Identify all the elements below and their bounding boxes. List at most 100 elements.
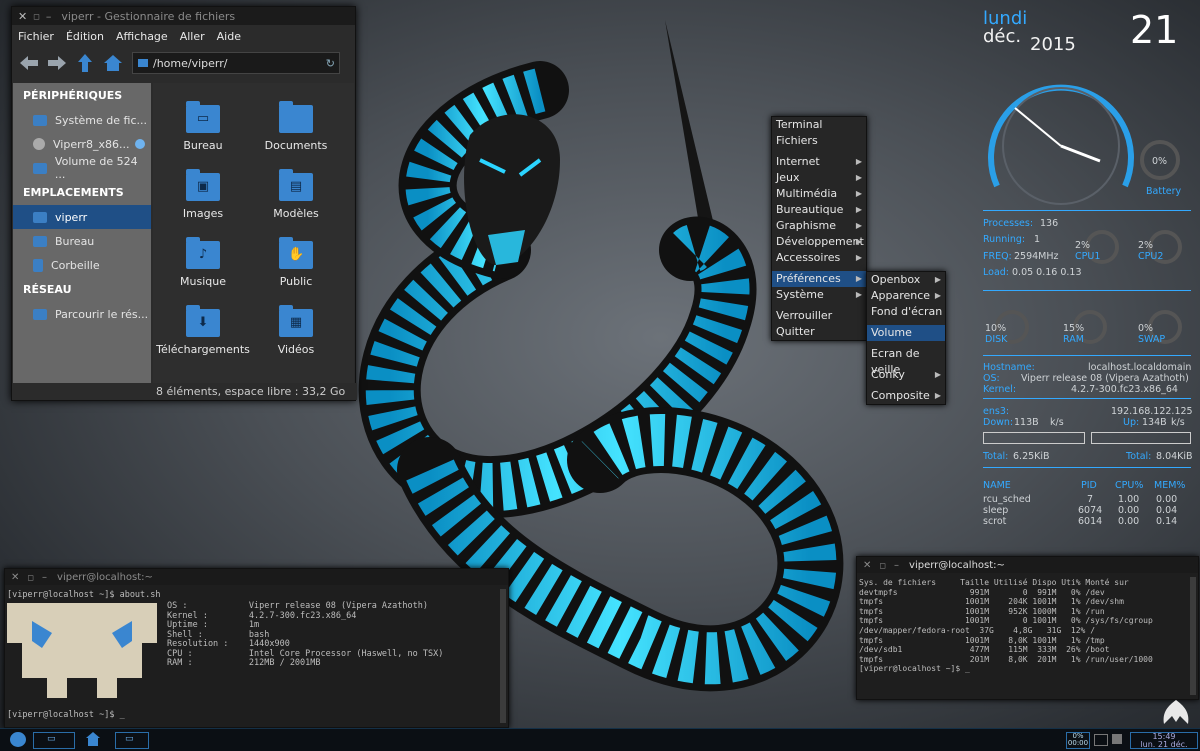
- window-titlebar[interactable]: ✕ ◻ – viperr - Gestionnaire de fichiers: [12, 7, 355, 25]
- file-item[interactable]: ▤ Modèles: [246, 169, 346, 220]
- menu-item-verrouiller[interactable]: Verrouiller: [772, 308, 866, 324]
- window-titlebar[interactable]: ✕ ◻ – viperr@localhost:~: [857, 557, 1198, 573]
- menu-item-developpement[interactable]: Développement ▶: [772, 234, 866, 250]
- viperr-logo: [7, 603, 157, 698]
- menu-item-bureautique[interactable]: Bureautique ▶: [772, 202, 866, 218]
- terminal-window[interactable]: ✕ ◻ – viperr@localhost:~ Sys. de fichier…: [856, 556, 1199, 700]
- menu-item-multimedia[interactable]: Multimédia ▶: [772, 186, 866, 202]
- menu-item-quitter[interactable]: Quitter: [772, 324, 866, 340]
- file-view[interactable]: ▭ Bureau Documents ▣ Images ▤ Modèles ♪ Musi…: [153, 83, 354, 383]
- sidebar-item-home[interactable]: viperr: [13, 205, 151, 229]
- down-value: 113B: [1014, 417, 1039, 428]
- window-titlebar[interactable]: ✕ ◻ – viperr@localhost:~: [5, 569, 508, 585]
- divider: [983, 355, 1191, 356]
- minimize-icon[interactable]: –: [46, 10, 52, 23]
- file-item[interactable]: ♪ Musique: [153, 237, 253, 288]
- file-item[interactable]: ▣ Images: [153, 169, 253, 220]
- sidebar-item-cdrom[interactable]: Viperr8_x86...: [13, 132, 151, 156]
- total-up-label: Total:: [1126, 451, 1152, 462]
- taskbar-home-button[interactable]: [86, 732, 100, 746]
- menu-item-graphisme[interactable]: Graphisme ▶: [772, 218, 866, 234]
- path-bar[interactable]: /home/viperr/ ↻: [132, 52, 340, 74]
- window-title: viperr@localhost:~: [57, 571, 153, 583]
- sidebar-item-network[interactable]: Parcourir le rés...: [13, 302, 151, 326]
- maximize-icon[interactable]: ◻: [33, 12, 40, 21]
- drive-icon: [33, 162, 47, 174]
- chevron-right-icon: ▶: [855, 205, 862, 214]
- refresh-icon[interactable]: ↻: [326, 57, 335, 70]
- proc-cpu: 1.00: [1118, 494, 1140, 505]
- menu-item-preferences[interactable]: Préférences ▶: [772, 271, 866, 287]
- trash-icon: [33, 258, 43, 272]
- minimize-icon[interactable]: –: [894, 560, 899, 571]
- divider: [983, 467, 1191, 468]
- arrow-right-icon: [48, 56, 66, 70]
- file-manager-window[interactable]: ✕ ◻ – viperr - Gestionnaire de fichiers …: [11, 6, 357, 401]
- menu-item-terminal[interactable]: Terminal: [772, 117, 866, 133]
- app-menu-icon[interactable]: [10, 732, 26, 747]
- minimize-icon[interactable]: –: [42, 572, 47, 583]
- close-icon[interactable]: ✕: [11, 572, 19, 583]
- menu-affichage[interactable]: Affichage: [116, 30, 168, 43]
- scrollbar[interactable]: [500, 589, 506, 723]
- close-icon[interactable]: ✕: [863, 560, 871, 571]
- menu-fichier[interactable]: Fichier: [18, 30, 54, 43]
- close-icon[interactable]: ✕: [18, 10, 27, 23]
- sidebar-item-trash[interactable]: Corbeille: [13, 253, 151, 277]
- ram-pct: 15%: [1063, 323, 1085, 334]
- file-item[interactable]: ⬇ Téléchargements: [153, 305, 253, 356]
- volume-net-indicator[interactable]: 0% 00:00: [1066, 732, 1090, 749]
- file-item[interactable]: ▭ Bureau: [153, 101, 253, 152]
- file-item[interactable]: Documents: [246, 101, 346, 152]
- menu-item-systeme[interactable]: Système ▶: [772, 287, 866, 303]
- sidebar-item-desktop[interactable]: Bureau: [13, 229, 151, 253]
- proc-pid: 6014: [1078, 516, 1103, 527]
- submenu-item-ecran-de-veille[interactable]: Ecran de veille: [867, 346, 945, 376]
- menu-edition[interactable]: Édition: [66, 30, 104, 43]
- kernel-value: 4.2.7-300.fc23.x86_64: [1071, 384, 1178, 395]
- pictures-folder-icon: ▣: [186, 169, 220, 201]
- menu-item-accessoires[interactable]: Accessoires ▶: [772, 250, 866, 266]
- submenu-item-volume[interactable]: Volume: [867, 325, 945, 341]
- sidebar-item-filesystem[interactable]: Système de fic...: [13, 108, 151, 132]
- disk-label: DISK: [985, 334, 1008, 345]
- terminal-window[interactable]: ✕ ◻ – viperr@localhost:~ [viperr@localho…: [4, 568, 509, 728]
- back-button[interactable]: [18, 52, 40, 74]
- taskbar-terminal-button[interactable]: ▭: [33, 732, 75, 749]
- menu-item-fichiers[interactable]: Fichiers: [772, 133, 866, 149]
- menu-aller[interactable]: Aller: [180, 30, 205, 43]
- home-button[interactable]: [102, 52, 124, 74]
- taskbar-terminal2-button[interactable]: ▭: [115, 732, 149, 749]
- chevron-right-icon: ▶: [855, 290, 862, 299]
- chevron-right-icon: ▶: [934, 391, 941, 400]
- clock[interactable]: 15:49 lun. 21 déc.: [1130, 732, 1198, 749]
- forward-button[interactable]: [46, 52, 68, 74]
- preferences-submenu[interactable]: Openbox ▶ Apparence ▶ Fond d'écran Volume …: [866, 271, 946, 405]
- proc-header-cpu: CPU%: [1115, 480, 1144, 491]
- music-folder-icon: ♪: [186, 237, 220, 269]
- down-unit: k/s: [1050, 417, 1064, 428]
- submenu-item-composite[interactable]: Composite ▶: [867, 388, 945, 404]
- menu-item-internet[interactable]: Internet ▶: [772, 154, 866, 170]
- submenu-item-openbox[interactable]: Openbox ▶: [867, 272, 945, 288]
- proc-header-pid: PID: [1081, 480, 1097, 491]
- templates-folder-icon: ▤: [279, 169, 313, 201]
- menu-item-jeux[interactable]: Jeux ▶: [772, 170, 866, 186]
- menu-aide[interactable]: Aide: [217, 30, 241, 43]
- submenu-item-apparence[interactable]: Apparence ▶: [867, 288, 945, 304]
- up-button[interactable]: [74, 52, 96, 74]
- volume-icon[interactable]: [1112, 734, 1122, 744]
- file-item[interactable]: ✋ Public: [246, 237, 346, 288]
- sidebar-item-volume[interactable]: Volume de 524 ...: [13, 155, 151, 181]
- eject-icon[interactable]: [135, 139, 146, 149]
- root-menu[interactable]: Terminal Fichiers Internet ▶ Jeux ▶ Multim…: [771, 116, 867, 341]
- maximize-icon[interactable]: ◻: [27, 573, 34, 582]
- network-icon[interactable]: [1094, 734, 1108, 746]
- submenu-item-fond-ecran[interactable]: Fond d'écran: [867, 304, 945, 320]
- submenu-item-conky[interactable]: Conky ▶: [867, 367, 945, 383]
- file-item[interactable]: ▦ Vidéos: [246, 305, 346, 356]
- maximize-icon[interactable]: ◻: [879, 561, 886, 570]
- clock-widget: [988, 84, 1134, 205]
- proc-cpu: 0.00: [1118, 516, 1140, 527]
- scrollbar[interactable]: [1190, 577, 1196, 695]
